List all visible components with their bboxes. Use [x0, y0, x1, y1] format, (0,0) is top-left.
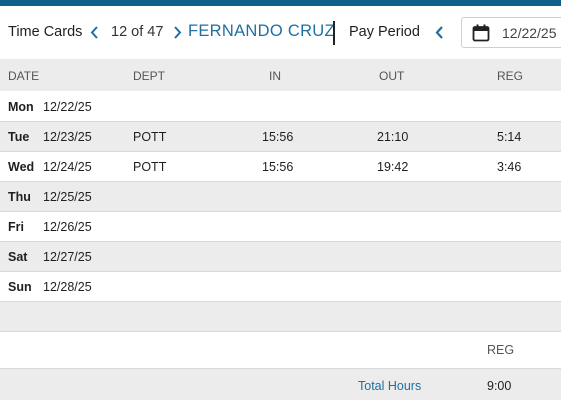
row-dept: POTT	[133, 130, 167, 144]
row-in: 15:56	[262, 130, 294, 144]
row-date: 12/22/25	[43, 100, 92, 114]
total-reg-value: 9:00	[487, 379, 512, 393]
row-out: 19:42	[377, 160, 409, 174]
row-dept: POTT	[133, 160, 167, 174]
table-row[interactable]: Sun 12/28/25	[0, 272, 561, 302]
record-position: 12 of 47	[111, 24, 164, 40]
totals-row: Total Hours 9:00	[0, 368, 561, 400]
table-row[interactable]: Mon 12/22/25	[0, 92, 561, 122]
pay-period-date-picker[interactable]: 12/22/25	[461, 17, 561, 48]
row-reg: 3:46	[497, 160, 522, 174]
row-date: 12/27/25	[43, 250, 92, 264]
page-title: Time Cards	[8, 24, 83, 40]
row-in: 15:56	[262, 160, 294, 174]
prev-period-chevron-left-icon[interactable]	[433, 24, 447, 41]
column-header-out: OUT	[379, 69, 405, 83]
row-date: 12/23/25	[43, 130, 92, 144]
row-day: Wed	[8, 160, 35, 174]
row-date: 12/28/25	[43, 280, 92, 294]
column-header-in: IN	[269, 69, 281, 83]
row-day: Thu	[8, 190, 31, 204]
table-header: DATE DEPT IN OUT REG	[0, 59, 561, 91]
table-row[interactable]: Thu 12/25/25	[0, 182, 561, 212]
table-row[interactable]: Sat 12/27/25	[0, 242, 561, 272]
row-reg: 5:14	[497, 130, 522, 144]
row-date: 12/25/25	[43, 190, 92, 204]
calendar-icon[interactable]	[472, 24, 490, 42]
row-out: 21:10	[377, 130, 409, 144]
column-header-dept: DEPT	[133, 69, 166, 83]
table-row[interactable]: Tue 12/23/25 POTT 15:56 21:10 5:14	[0, 122, 561, 152]
table-row[interactable]: Fri 12/26/25	[0, 212, 561, 242]
total-hours-label: Total Hours	[358, 379, 422, 393]
row-date: 12/24/25	[43, 160, 92, 174]
header-divider	[333, 21, 335, 45]
pay-period-date-value: 12/22/25	[502, 25, 557, 41]
chevron-left-icon[interactable]	[88, 24, 102, 41]
empty-row	[0, 302, 561, 332]
employee-name-link[interactable]: FERNANDO CRUZ	[188, 22, 335, 41]
row-day: Sat	[8, 250, 28, 264]
row-day: Tue	[8, 130, 30, 144]
summary-reg-header: REG	[487, 343, 515, 357]
column-header-date: DATE	[8, 69, 40, 83]
time-card-header: Time Cards 12 of 47 FERNANDO CRUZ Pay Pe…	[0, 6, 561, 59]
table-row[interactable]: Wed 12/24/25 POTT 15:56 19:42 3:46	[0, 152, 561, 182]
column-header-reg: REG	[497, 69, 524, 83]
row-day: Sun	[8, 280, 32, 294]
row-day: Fri	[8, 220, 24, 234]
row-day: Mon	[8, 100, 34, 114]
summary-header: REG	[0, 332, 561, 368]
pay-period-label: Pay Period	[349, 24, 420, 40]
row-date: 12/26/25	[43, 220, 92, 234]
chevron-right-icon[interactable]	[170, 24, 184, 41]
